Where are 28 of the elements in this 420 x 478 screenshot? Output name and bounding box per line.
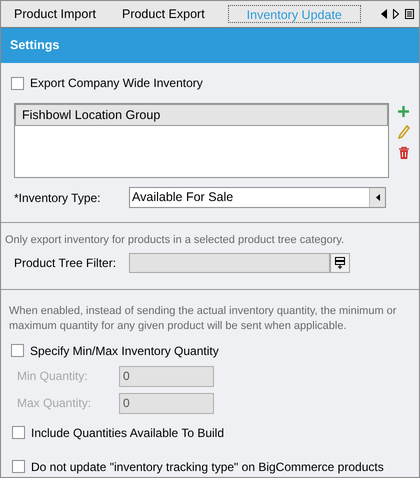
menu-icon[interactable] bbox=[404, 9, 414, 19]
pencil-icon[interactable] bbox=[398, 125, 410, 139]
checkbox[interactable] bbox=[11, 76, 24, 90]
dropdown-arrow-icon bbox=[376, 194, 380, 201]
help-text: Only export inventory for products in a selected product tree category. bbox=[4, 233, 346, 248]
field-label: Product Tree Filter: bbox=[14, 254, 118, 272]
tree-icon bbox=[335, 256, 345, 268]
field-label: Max Quantity: bbox=[17, 395, 92, 412]
checkbox[interactable] bbox=[11, 344, 24, 357]
checkbox[interactable] bbox=[12, 460, 25, 473]
checkbox-label: Include Quantities Available To Build bbox=[31, 424, 224, 442]
checkbox[interactable] bbox=[12, 426, 25, 439]
field-label: Min Quantity: bbox=[17, 368, 89, 385]
column-header: Fishbowl Location Group bbox=[15, 104, 388, 126]
trash-icon[interactable] bbox=[398, 146, 410, 160]
section-title: Settings bbox=[10, 37, 60, 54]
field-label: *Inventory Type: bbox=[14, 190, 102, 206]
checkbox-label: Export Company Wide Inventory bbox=[30, 75, 203, 92]
tab[interactable]: Product Export bbox=[118, 5, 208, 23]
checkbox-label: Do not update "inventory tracking type" on BigCommerce products bbox=[31, 458, 384, 476]
tree-picker-button[interactable] bbox=[330, 252, 350, 272]
add-icon[interactable] bbox=[397, 105, 410, 118]
help-text: When enabled, instead of sending the actual inventory quantity, the minimum or maximum quantity for any given product will be sent when applicable. bbox=[8, 304, 398, 334]
scroll-left-icon[interactable] bbox=[380, 9, 387, 19]
checkbox-label: Specify Min/Max Inventory Quantity bbox=[30, 342, 219, 360]
scroll-right-icon[interactable] bbox=[392, 9, 399, 19]
tab[interactable]: Product Import bbox=[11, 5, 99, 23]
inventory-type-dropdown[interactable]: Available For Sale bbox=[129, 187, 386, 208]
